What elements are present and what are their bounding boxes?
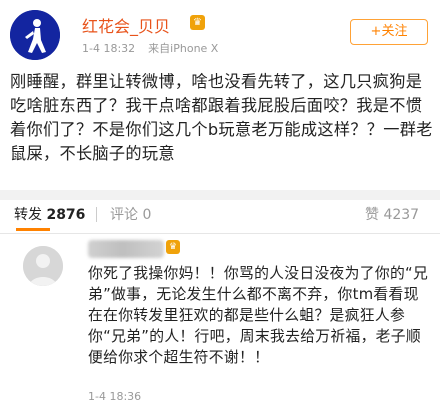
avatar-figure-icon [10, 10, 60, 60]
post-meta: 1-4 18:32 来自iPhone X [82, 40, 218, 56]
crown-icon: ♛ [166, 240, 180, 254]
tab-comments-count: 0 [142, 207, 152, 223]
repost-timestamp: 1-4 18:36 [88, 390, 142, 403]
active-tab-indicator [16, 228, 50, 231]
tab-comments-label: 评论 [110, 207, 138, 223]
tab-reposts[interactable]: 转发 2876 [14, 204, 85, 224]
tab-comments[interactable]: 评论 0 [110, 204, 151, 224]
post-source: 来自iPhone X [148, 42, 219, 55]
reposter-avatar[interactable] [23, 246, 63, 286]
section-divider [0, 190, 440, 200]
author-avatar[interactable] [10, 10, 60, 60]
tab-reposts-count: 2876 [46, 207, 86, 223]
tab-likes-label: 赞 [365, 207, 379, 223]
author-name[interactable]: 红花会_贝贝 [82, 13, 170, 37]
tab-bar-border [0, 233, 440, 234]
repost-content: 你死了我操你妈！！你骂的人没日没夜为了你的“兄弟”做事，无论发生什么都不离不弃，… [88, 265, 429, 366]
tab-reposts-label: 转发 [14, 207, 42, 223]
post-content: 刚睡醒，群里让转微博，啥也没看先转了，这几只疯狗是吃啥脏东西了？我干点啥都跟着我… [10, 72, 433, 163]
post-timestamp: 1-4 18:32 [82, 42, 136, 55]
reposter-name-blurred[interactable] [88, 240, 164, 258]
crown-icon: ♛ [190, 15, 205, 30]
tab-divider [96, 207, 97, 222]
tab-likes-count: 4237 [383, 207, 420, 223]
default-avatar-icon [23, 246, 63, 286]
follow-button[interactable]: +关注 [350, 19, 428, 45]
tab-likes[interactable]: 赞 4237 [365, 204, 419, 224]
